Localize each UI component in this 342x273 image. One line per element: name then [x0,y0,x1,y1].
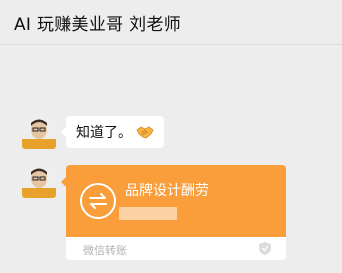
chat-title: AI 玩赚美业哥 刘老师 [14,15,182,35]
chat-header: AI 玩赚美业哥 刘老师 [0,0,342,45]
transfer-card[interactable]: 品牌设计酬劳 微信转账 [66,165,286,260]
transfer-title: 品牌设计酬劳 [125,183,209,199]
message-text: 知道了。 [76,125,132,141]
transfer-footer-label: 微信转账 [83,244,127,257]
avatar[interactable] [22,115,56,149]
shield-icon [258,241,272,256]
transfer-amount-redacted [119,207,177,220]
transfer-icon [79,182,117,220]
handshake-icon [136,124,154,140]
transfer-card-footer: 微信转账 [66,237,286,260]
avatar[interactable] [22,164,56,198]
message-bubble[interactable]: 知道了。 [61,116,164,148]
transfer-card-top: 品牌设计酬劳 [66,165,286,237]
